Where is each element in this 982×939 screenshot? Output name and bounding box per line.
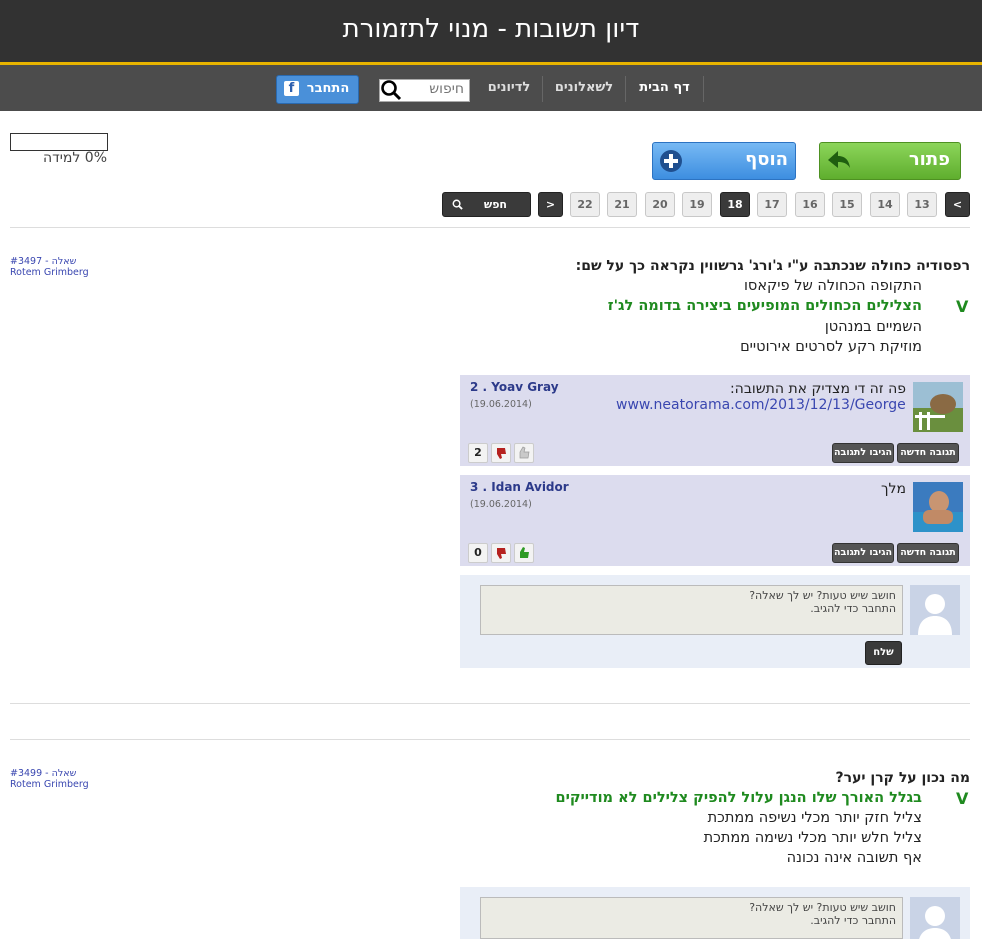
- facebook-login-label: התחבר: [306, 81, 350, 96]
- answer-option: השמיים במנהטן: [824, 319, 922, 335]
- reply-to-comment-button[interactable]: הגיבו לתגובה: [832, 543, 894, 563]
- divider: [10, 227, 970, 228]
- pagination-page[interactable]: 20: [645, 192, 675, 217]
- reply-textarea[interactable]: חושב שיש טעות? יש לך שאלה? התחבר כדי להג…: [480, 897, 903, 939]
- default-avatar-icon: [910, 897, 960, 939]
- pagination-page[interactable]: 16: [795, 192, 825, 217]
- nav-divider: [542, 76, 543, 102]
- answer-option: אף תשובה אינה נכונה: [786, 850, 922, 866]
- question-author[interactable]: Rotem Grimberg: [10, 267, 89, 278]
- arrow-back-icon: [828, 151, 850, 168]
- default-avatar-icon: [910, 585, 960, 635]
- find-question-label: חפש שאלה: [476, 198, 507, 234]
- answer-option: צליל חלש יותר מכלי נשימה ממתכת: [703, 830, 922, 846]
- user-avatar: [913, 482, 963, 532]
- comment-author[interactable]: 3 . Idan Avidor: [470, 480, 569, 494]
- question-title: מה נכון על קרן יער?: [835, 770, 970, 786]
- answer-option: התקופה הכחולה של פיקאסו: [743, 278, 922, 294]
- reply-placeholder: חושב שיש טעות? יש לך שאלה?: [749, 589, 896, 602]
- thumbs-up-icon[interactable]: [514, 443, 534, 463]
- reply-placeholder: התחבר כדי להגיב.: [810, 914, 896, 927]
- learning-progress-text: 0% למידה: [42, 150, 107, 166]
- divider: [10, 739, 970, 740]
- pagination-page[interactable]: 19: [682, 192, 712, 217]
- question-number[interactable]: #3497 - שאלה: [10, 256, 76, 267]
- answer-option-correct: הצלילים הכחולים המופיעים ביצירה בדומה לג…: [607, 298, 922, 314]
- send-button[interactable]: שלח: [865, 641, 902, 665]
- pagination-page[interactable]: 15: [832, 192, 862, 217]
- question-number[interactable]: #3499 - שאלה: [10, 768, 76, 779]
- question-title: רפסודיה כחולה שנכתבה ע"י ג'ורג' גרשווין …: [575, 258, 970, 274]
- pagination-page[interactable]: 14: [870, 192, 900, 217]
- comment-author[interactable]: 2 . Yoav Gray: [470, 380, 559, 394]
- search-icon[interactable]: [380, 79, 402, 101]
- answer-option: צליל חזק יותר מכלי נשיפה ממתכת: [707, 810, 922, 826]
- pagination-page[interactable]: 22: [570, 192, 600, 217]
- thumbs-up-icon[interactable]: [514, 543, 534, 563]
- pagination-next[interactable]: <: [945, 192, 970, 217]
- comment-score: 2: [468, 443, 488, 463]
- reply-placeholder: חושב שיש טעות? יש לך שאלה?: [749, 901, 896, 914]
- find-question-button[interactable]: חפש שאלה: [442, 192, 531, 234]
- pagination-page[interactable]: 21: [607, 192, 637, 217]
- thumbs-down-icon[interactable]: [491, 443, 511, 463]
- nav-item-discussions[interactable]: לדיונים: [476, 66, 542, 110]
- comment-date: (19.06.2014): [470, 499, 532, 510]
- reply-textarea[interactable]: חושב שיש טעות? יש לך שאלה? התחבר כדי להג…: [480, 585, 903, 635]
- pagination-prev[interactable]: >: [538, 192, 563, 217]
- nav-divider: [625, 76, 626, 102]
- reply-to-comment-button[interactable]: הגיבו לתגובה: [832, 443, 894, 463]
- plus-circle-icon: [660, 150, 682, 172]
- page-title: דיון תשובות - מנוי לתזמורת: [342, 14, 640, 44]
- facebook-icon: f: [284, 81, 299, 96]
- new-reply-button[interactable]: תגובה חדשה: [897, 543, 959, 563]
- correct-check-icon: V: [956, 789, 969, 808]
- reply-placeholder: התחבר כדי להגיב.: [810, 602, 896, 615]
- comment-link[interactable]: www.neatorama.com/2013/12/13/George-G...: [616, 397, 906, 413]
- correct-check-icon: V: [956, 297, 969, 316]
- answer-option-correct: בגלל האורך שלו הנגן עלול להפיק צלילים לא…: [555, 790, 922, 806]
- comment-score: 0: [468, 543, 488, 563]
- comment-text: מלך: [881, 481, 906, 497]
- learning-progress-bar: [10, 133, 108, 151]
- pagination-page-current[interactable]: 18: [720, 192, 750, 217]
- user-avatar: [913, 382, 963, 432]
- divider: [10, 703, 970, 704]
- new-reply-button[interactable]: תגובה חדשה: [897, 443, 959, 463]
- nav-divider: [703, 76, 704, 102]
- comment-date: (19.06.2014): [470, 399, 532, 410]
- thumbs-down-icon[interactable]: [491, 543, 511, 563]
- answer-option: מוזיקת רקע לסרטים אירוטיים: [740, 339, 922, 355]
- question-author[interactable]: Rotem Grimberg: [10, 779, 89, 790]
- comment-text: פה זה די מצדיק את התשובה:: [729, 381, 906, 397]
- search-input[interactable]: [404, 79, 464, 100]
- search-icon: [452, 199, 463, 210]
- pagination-page[interactable]: 17: [757, 192, 787, 217]
- pagination-page[interactable]: 13: [907, 192, 937, 217]
- nav-item-home[interactable]: דף הבית: [626, 66, 703, 110]
- nav-item-quizzes[interactable]: לשאלונים: [543, 66, 625, 110]
